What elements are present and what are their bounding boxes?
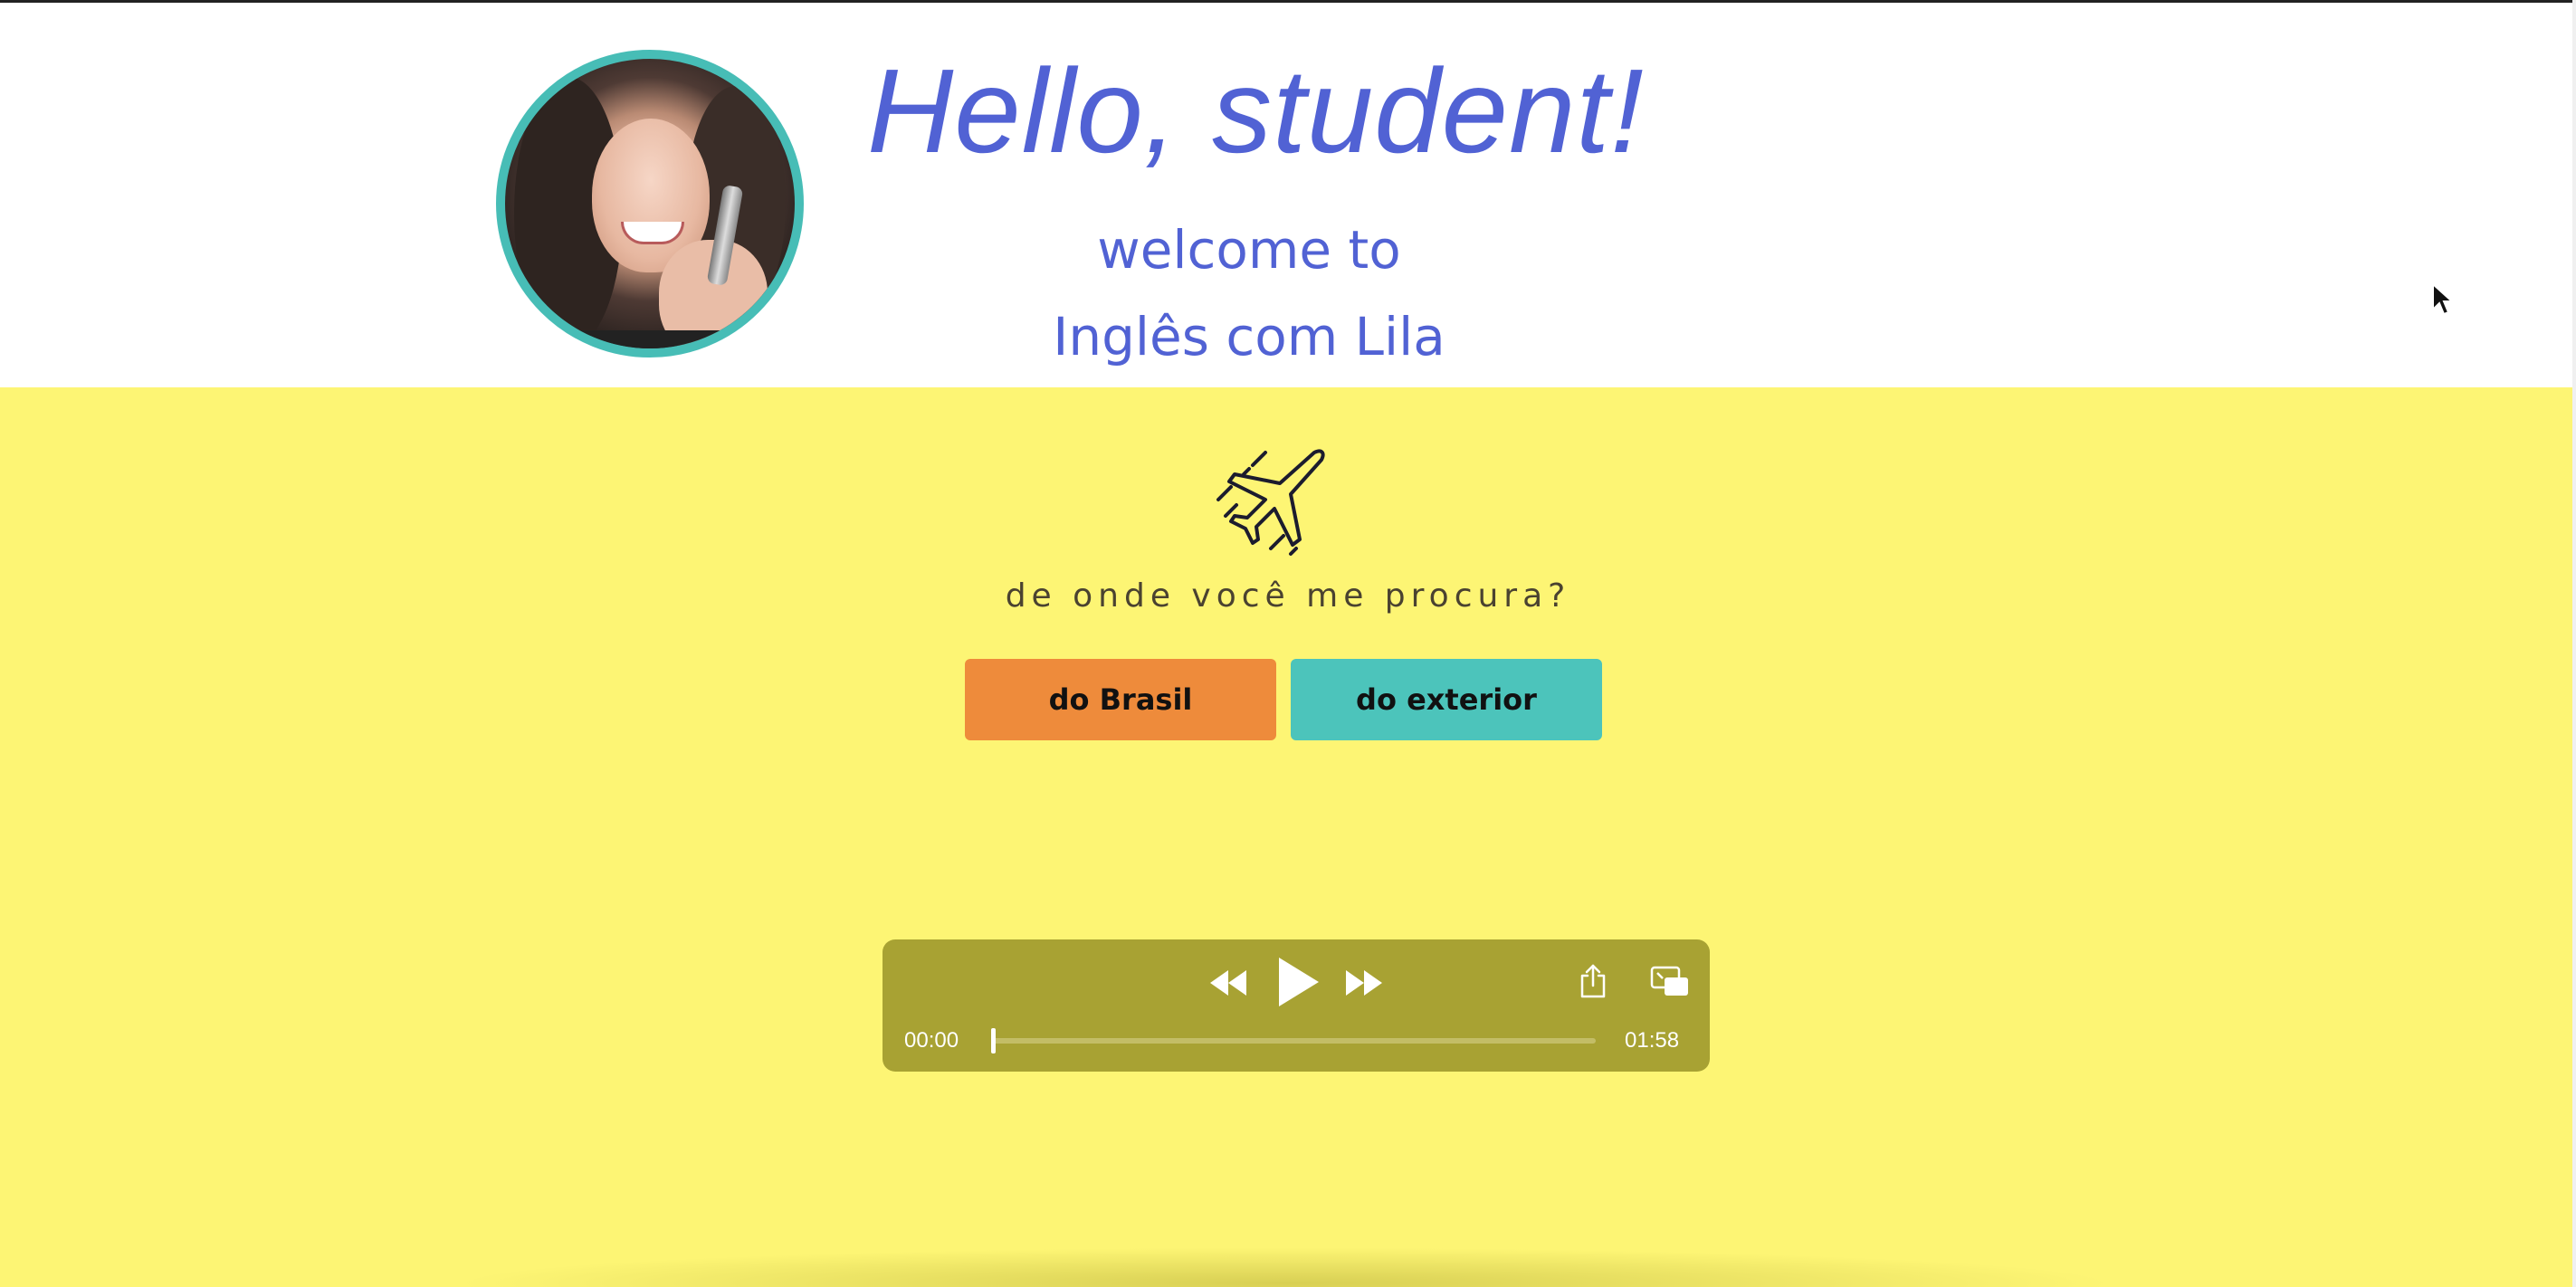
from-brazil-button[interactable]: do Brasil — [965, 659, 1276, 740]
fast-forward-icon[interactable] — [1342, 967, 1386, 999]
audio-progress-thumb[interactable] — [991, 1028, 996, 1053]
main-section: de onde você me procura? do Brasil do ex… — [0, 387, 2576, 1287]
from-abroad-button[interactable]: do exterior — [1291, 659, 1602, 740]
share-icon[interactable] — [1578, 963, 1608, 999]
picture-in-picture-icon[interactable] — [1650, 965, 1690, 997]
rewind-icon[interactable] — [1207, 967, 1250, 999]
mouse-cursor — [2432, 282, 2455, 316]
current-time: 00:00 — [904, 1028, 959, 1053]
welcome-line-2: Inglês com Lila — [1053, 306, 1445, 367]
profile-photo — [496, 50, 804, 358]
window-right-edge — [2572, 0, 2576, 1287]
airplane-icon — [1216, 449, 1325, 556]
duration-time: 01:58 — [1625, 1028, 1680, 1053]
play-icon[interactable] — [1272, 954, 1322, 1010]
bottom-shadow — [453, 1247, 2118, 1287]
welcome-line-1: welcome to — [1097, 219, 1401, 281]
audio-progress-slider[interactable] — [991, 1028, 1596, 1053]
greeting-title: Hello, student! — [867, 44, 1645, 177]
origin-question: de onde você me procura? — [1005, 577, 1571, 615]
welcome-text: welcome to Inglês com Lila — [887, 206, 1611, 380]
header-section: Hello, student! welcome to Inglês com Li… — [0, 3, 2576, 387]
audio-player: 00:00 01:58 — [883, 939, 1710, 1072]
